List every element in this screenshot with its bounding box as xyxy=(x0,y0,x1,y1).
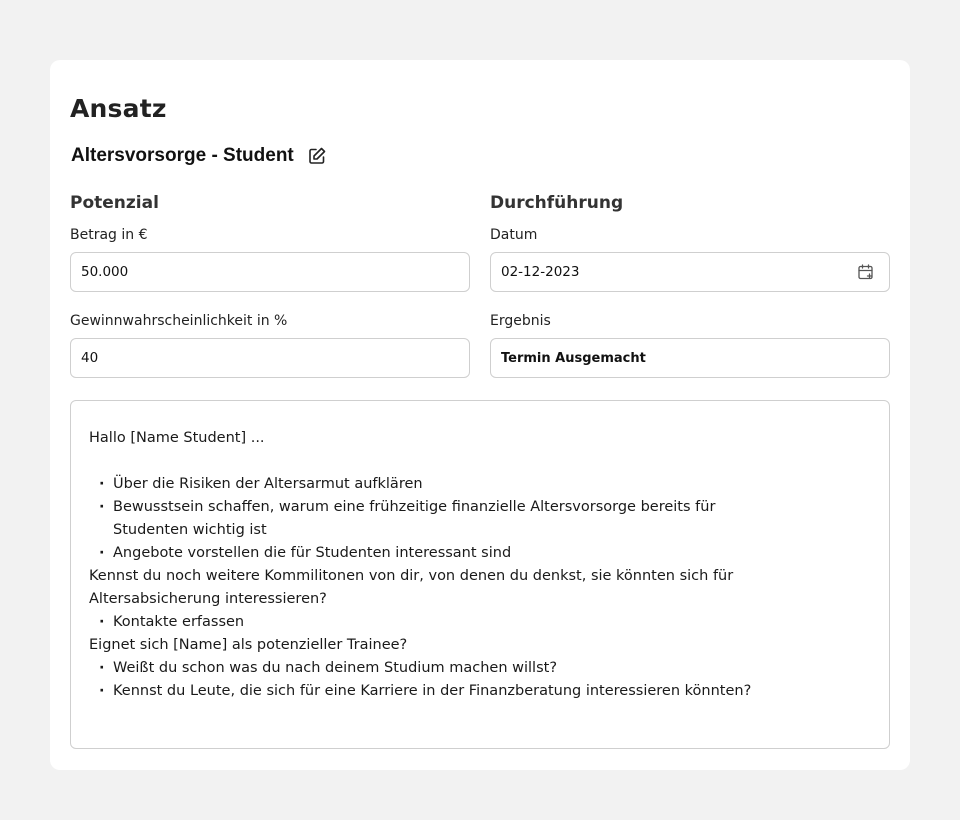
amount-input[interactable]: 50.000 xyxy=(70,252,470,292)
approach-header: Altersvorsorge - Student xyxy=(71,145,327,167)
list-item: Bewusstsein schaffen, warum eine frühzei… xyxy=(89,496,871,542)
notes-spacer xyxy=(89,450,871,473)
potential-title: Potenzial xyxy=(70,193,159,213)
amount-label: Betrag in € xyxy=(70,227,148,243)
probability-label: Gewinnwahrscheinlichkeit in % xyxy=(70,313,288,329)
list-item: Über die Risiken der Altersarmut aufklär… xyxy=(89,473,871,496)
notes-question: Kennst du noch weitere Kommilitonen von … xyxy=(89,568,734,584)
calendar-icon[interactable] xyxy=(857,263,875,281)
result-label: Ergebnis xyxy=(490,313,551,329)
notes-question-cont: Altersabsicherung interessieren? xyxy=(89,591,327,607)
approach-title: Altersvorsorge - Student xyxy=(71,145,294,166)
list-item: Kennst du Leute, die sich für eine Karri… xyxy=(89,680,871,703)
execution-section: Durchführung Datum 02-12-2023 Ergebnis T… xyxy=(490,192,890,378)
execution-title: Durchführung xyxy=(490,193,624,213)
date-value: 02-12-2023 xyxy=(501,264,580,280)
page-title: Ansatz xyxy=(70,94,167,123)
probability-value: 40 xyxy=(81,350,99,366)
list-item: Kontakte erfassen xyxy=(89,611,871,634)
list-item: Angebote vorstellen die für Studenten in… xyxy=(89,542,871,565)
date-input[interactable]: 02-12-2023 xyxy=(490,252,890,292)
amount-value: 50.000 xyxy=(81,264,129,280)
edit-approach-button[interactable] xyxy=(307,146,327,166)
result-value: Termin Ausgemacht xyxy=(501,350,646,366)
edit-icon xyxy=(308,147,326,164)
date-label: Datum xyxy=(490,227,538,243)
potential-section: Potenzial Betrag in € 50.000 Gewinnwahrs… xyxy=(70,192,470,378)
notes-textarea[interactable]: Hallo [Name Student] ... Über die Risike… xyxy=(70,400,890,749)
notes-greeting: Hallo [Name Student] ... xyxy=(89,430,265,446)
result-input[interactable]: Termin Ausgemacht xyxy=(490,338,890,378)
list-item: Weißt du schon was du nach deinem Studiu… xyxy=(89,657,871,680)
notes-question: Eignet sich [Name] als potenzieller Trai… xyxy=(89,637,408,653)
approach-card: Ansatz Altersvorsorge - Student Potenzia… xyxy=(50,60,910,770)
probability-input[interactable]: 40 xyxy=(70,338,470,378)
